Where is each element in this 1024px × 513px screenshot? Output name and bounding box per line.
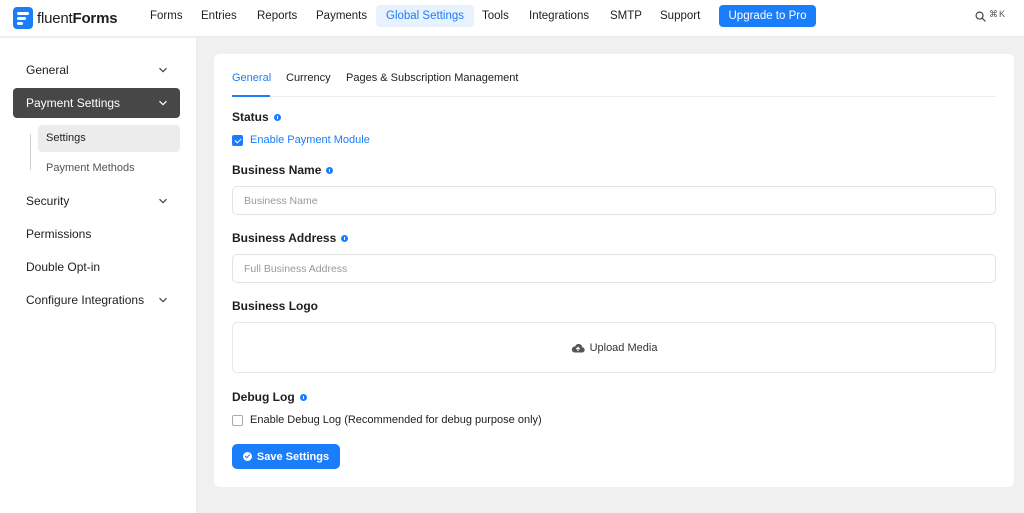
sidebar-item-double-opt-in[interactable]: Double Opt-in [13, 252, 180, 282]
upgrade-to-pro-button[interactable]: Upgrade to Pro [719, 5, 816, 27]
business-name-label-text: Business Name [232, 163, 322, 177]
check-circle-icon [242, 452, 252, 461]
payment-settings-card: General Currency Pages & Subscription Ma… [214, 54, 1014, 487]
tab-currency[interactable]: Currency [286, 72, 331, 84]
sidebar-item-permissions[interactable]: Permissions [13, 219, 180, 249]
settings-sidebar: General Payment Settings Settings Paymen… [0, 38, 197, 513]
sidebar-item-label: Security [26, 194, 70, 208]
nav-tools[interactable]: Tools [472, 5, 519, 27]
sidebar-item-label: Payment Settings [26, 96, 121, 110]
enable-debug-log-row[interactable]: Enable Debug Log (Recommended for debug … [232, 414, 542, 426]
business-logo-label: Business Logo [232, 299, 318, 313]
info-icon[interactable] [326, 166, 334, 174]
business-name-label: Business Name [232, 163, 334, 177]
nav-smtp[interactable]: SMTP [600, 5, 652, 27]
info-icon[interactable] [273, 113, 281, 121]
brand-logo[interactable]: fluentForms [13, 6, 118, 30]
enable-debug-log-label: Enable Debug Log (Recommended for debug … [250, 414, 542, 426]
nav-support[interactable]: Support [650, 5, 710, 27]
nav-global-settings[interactable]: Global Settings [376, 5, 474, 27]
save-settings-label: Save Settings [256, 450, 330, 463]
save-settings-button[interactable]: Save Settings [232, 444, 340, 469]
status-label: Status [232, 110, 281, 124]
tab-pages-subscription-management[interactable]: Pages & Subscription Management [346, 72, 518, 84]
sidebar-item-general[interactable]: General [13, 55, 180, 85]
sidebar-item-label: Permissions [26, 227, 92, 241]
enable-payment-module-label: Enable Payment Module [250, 134, 370, 146]
sidebar-item-configure-integrations[interactable]: Configure Integrations [13, 285, 180, 315]
sidebar-subitem-settings[interactable]: Settings [38, 125, 180, 152]
enable-payment-module-row[interactable]: Enable Payment Module [232, 134, 370, 146]
upload-media-label: Upload Media [589, 341, 658, 354]
search-icon[interactable] [975, 11, 986, 22]
debug-log-label-text: Debug Log [232, 390, 295, 404]
upload-media-dropzone[interactable]: Upload Media [232, 322, 996, 373]
enable-debug-log-checkbox[interactable] [232, 414, 243, 426]
nav-forms[interactable]: Forms [140, 5, 193, 27]
chevron-down-icon [159, 198, 167, 204]
sidebar-subitem-payment-methods[interactable]: Payment Methods [38, 155, 180, 182]
chevron-down-icon [159, 67, 167, 73]
info-icon[interactable] [341, 234, 349, 242]
nav-entries[interactable]: Entries [191, 5, 247, 27]
enable-payment-module-checkbox[interactable] [232, 134, 243, 146]
tabs-divider [232, 96, 996, 97]
nav-reports[interactable]: Reports [247, 5, 307, 27]
search-shortcut-hint: ⌘K [989, 9, 1007, 19]
status-label-text: Status [232, 110, 269, 124]
debug-log-label: Debug Log [232, 390, 307, 404]
chevron-down-icon [159, 297, 167, 303]
sidebar-item-label: General [26, 63, 69, 77]
sidebar-item-label: Configure Integrations [26, 293, 145, 307]
business-logo-label-text: Business Logo [232, 299, 319, 313]
chevron-down-icon [159, 100, 167, 106]
business-address-label: Business Address [232, 231, 349, 245]
brand-name: fluentForms [37, 9, 118, 27]
business-address-input[interactable] [232, 254, 996, 283]
submenu-tree-line [30, 134, 31, 170]
active-tab-indicator [232, 95, 270, 97]
sidebar-item-payment-settings[interactable]: Payment Settings [13, 88, 180, 118]
tab-general[interactable]: General [232, 72, 271, 84]
nav-integrations[interactable]: Integrations [519, 5, 599, 27]
cloud-upload-icon [571, 343, 585, 353]
nav-payments[interactable]: Payments [306, 5, 377, 27]
sidebar-item-label: Double Opt-in [26, 260, 101, 274]
top-navigation-bar: fluentForms Forms Entries Reports Paymen… [0, 0, 1024, 37]
business-address-label-text: Business Address [232, 231, 337, 245]
info-icon[interactable] [299, 393, 307, 401]
sidebar-item-security[interactable]: Security [13, 186, 180, 216]
business-name-input[interactable] [232, 186, 996, 215]
fluentforms-logo-icon [13, 7, 33, 29]
